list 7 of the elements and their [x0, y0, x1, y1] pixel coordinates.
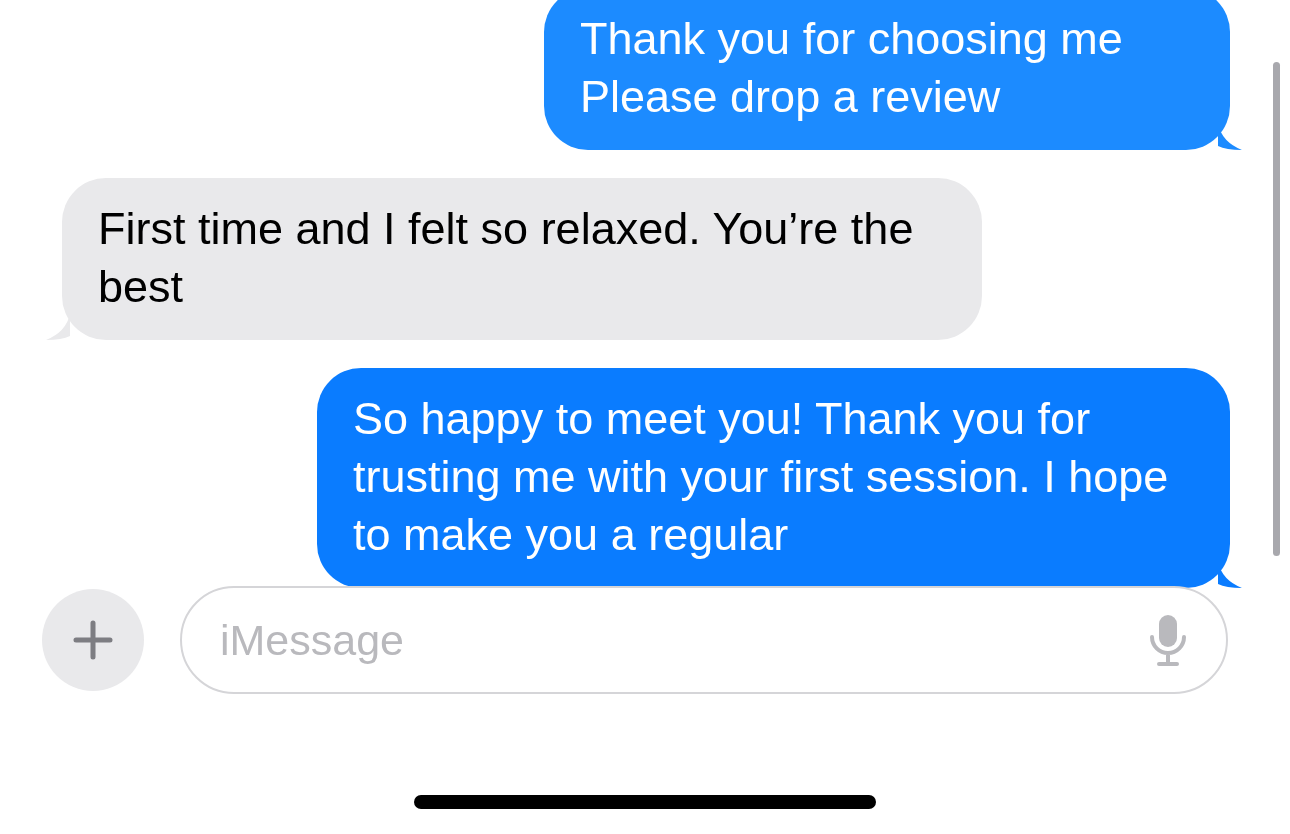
sent-message: Thank you for choosing me Please drop a review: [544, 0, 1230, 150]
plus-icon: [73, 620, 113, 660]
microphone-icon[interactable]: [1148, 613, 1188, 667]
sent-message: So happy to meet you! Thank you for trusting me with your first session. I hope to make you a regular: [317, 368, 1230, 588]
message-field[interactable]: iMessage: [180, 586, 1228, 694]
scrollbar[interactable]: [1273, 62, 1280, 556]
received-message: First time and I felt so relaxed. You’re the best: [62, 178, 982, 340]
